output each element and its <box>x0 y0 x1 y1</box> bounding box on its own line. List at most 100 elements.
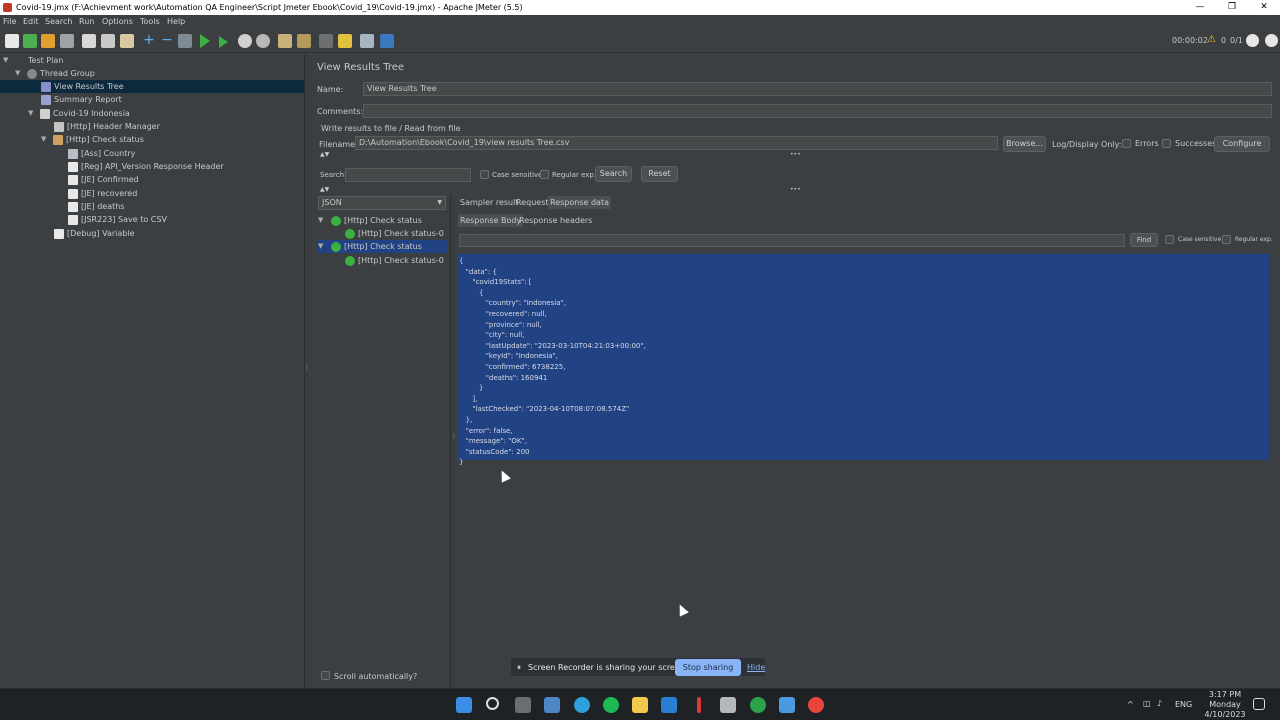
menu-edit[interactable]: Edit <box>23 15 39 29</box>
reset-search-icon[interactable] <box>338 34 352 48</box>
clock-date[interactable]: 4/10/2023 <box>1200 710 1250 719</box>
close-button[interactable]: ✕ <box>1247 0 1280 15</box>
stop-icon[interactable] <box>238 34 252 48</box>
shutdown-icon[interactable] <box>256 34 270 48</box>
collapse-icon[interactable]: − <box>160 33 174 48</box>
restore-button[interactable]: ❐ <box>1215 0 1249 15</box>
edge-icon[interactable] <box>574 697 590 713</box>
configure-button[interactable]: Configure <box>1214 136 1270 152</box>
tree-node-summary-report[interactable]: Summary Report <box>41 93 122 106</box>
spotify-icon[interactable] <box>603 697 619 713</box>
find-case-sensitive-checkbox[interactable] <box>1165 235 1174 244</box>
tree-node-check-status[interactable]: ▼ [Http] Check status <box>41 133 144 146</box>
app-icon[interactable] <box>779 697 795 713</box>
tree-node-je-recovered[interactable]: [JE] recovered <box>68 187 137 200</box>
clear-icon[interactable] <box>278 34 292 48</box>
divider-handle-icon[interactable]: ••• <box>790 151 801 158</box>
warning-icon[interactable]: ⚠ <box>1207 34 1216 45</box>
find-button[interactable]: Find <box>1130 233 1158 247</box>
toggle-icon[interactable] <box>178 34 192 48</box>
clock-day[interactable]: Monday <box>1203 700 1247 709</box>
start-no-pauses-icon[interactable] <box>219 36 228 48</box>
find-regular-exp-checkbox[interactable] <box>1222 235 1231 244</box>
start-windows-icon[interactable] <box>456 697 472 713</box>
search-button[interactable]: Search <box>595 166 632 182</box>
network-icon[interactable]: ◫ <box>1143 699 1151 708</box>
regular-exp-checkbox[interactable] <box>540 170 549 179</box>
menu-options[interactable]: Options <box>102 15 133 29</box>
tab-sampler-result[interactable]: Sampler result <box>458 196 520 209</box>
language-indicator[interactable]: ENG <box>1175 700 1192 709</box>
collapse-arrows-icon[interactable]: ▲▼ <box>320 186 329 193</box>
cut-icon[interactable] <box>82 34 96 48</box>
collapse-arrows-icon[interactable]: ▲▼ <box>320 151 329 158</box>
tree-node-header-manager[interactable]: [Http] Header Manager <box>54 120 160 133</box>
chrome-icon[interactable] <box>808 697 824 713</box>
tree-node-je-confirmed[interactable]: [JE] Confirmed <box>68 173 139 186</box>
tab-response-headers[interactable]: Response headers <box>517 214 594 227</box>
app-icon[interactable] <box>720 697 736 713</box>
tree-node-test-plan[interactable]: ▼ Test Plan <box>3 54 63 67</box>
tree-node-reg-api-version[interactable]: [Reg] API_Version Response Header <box>68 160 224 173</box>
find-input[interactable] <box>459 234 1125 247</box>
scroll-auto-checkbox[interactable] <box>321 671 330 680</box>
tab-response-body[interactable]: Response Body <box>458 214 524 227</box>
menu-file[interactable]: File <box>3 15 16 29</box>
widgets-icon[interactable] <box>544 697 560 713</box>
chrome-dev-icon[interactable] <box>750 697 766 713</box>
tree-splitter[interactable] <box>304 54 308 688</box>
expand-icon[interactable]: + <box>142 33 156 48</box>
globe-icon[interactable] <box>1265 34 1278 47</box>
stop-sharing-button[interactable]: Stop sharing <box>675 659 741 676</box>
divider-handle-icon[interactable]: ⋮ <box>304 364 310 371</box>
clear-all-icon[interactable] <box>297 34 311 48</box>
remote-icon[interactable] <box>1246 34 1259 47</box>
divider-handle-icon[interactable]: ••• <box>790 186 801 193</box>
response-body-text[interactable]: { "data": { "covid19Stats": [ { "country… <box>457 254 1269 466</box>
menu-run[interactable]: Run <box>79 15 94 29</box>
tree-node-jsr223-save[interactable]: [JSR223] Save to CSV <box>68 213 167 226</box>
copy-icon[interactable] <box>101 34 115 48</box>
volume-icon[interactable]: ♪ <box>1157 699 1162 708</box>
tree-node-ass-country[interactable]: [Ass] Country <box>68 147 135 160</box>
result-subnode[interactable]: [Http] Check status-0 <box>345 227 444 240</box>
minimize-button[interactable]: — <box>1183 0 1217 15</box>
new-icon[interactable] <box>5 34 19 48</box>
search-icon[interactable] <box>486 697 499 710</box>
renderer-select[interactable]: JSON ▼ <box>318 196 446 210</box>
templates-icon[interactable] <box>23 34 37 48</box>
hide-link[interactable]: Hide <box>747 663 765 672</box>
tree-node-view-results-tree[interactable]: View Results Tree <box>0 80 304 93</box>
tree-node-thread-group[interactable]: ▼ Thread Group <box>15 67 95 80</box>
comments-field[interactable] <box>363 104 1272 118</box>
name-field[interactable]: View Results Tree <box>363 82 1272 96</box>
vscode-icon[interactable] <box>661 697 677 713</box>
tray-chevron-icon[interactable]: ^ <box>1127 700 1134 709</box>
task-view-icon[interactable] <box>515 697 531 713</box>
case-sensitive-checkbox[interactable] <box>480 170 489 179</box>
menu-help[interactable]: Help <box>167 15 185 29</box>
result-node-selected[interactable]: ▼ [Http] Check status <box>318 240 448 253</box>
menu-tools[interactable]: Tools <box>140 15 160 29</box>
save-icon[interactable] <box>60 34 74 48</box>
search-input[interactable] <box>345 168 471 182</box>
browse-button[interactable]: Browse... <box>1003 136 1046 152</box>
notification-icon[interactable] <box>1253 698 1265 710</box>
paste-icon[interactable] <box>120 34 134 48</box>
tree-node-debug-variable[interactable]: [Debug] Variable <box>54 227 134 240</box>
clock-time[interactable]: 3:17 PM <box>1205 690 1245 699</box>
tab-response-data[interactable]: Response data <box>548 196 611 209</box>
help-icon[interactable] <box>380 34 394 48</box>
reset-button[interactable]: Reset <box>641 166 678 182</box>
successes-checkbox[interactable] <box>1162 139 1171 148</box>
open-icon[interactable] <box>41 34 55 48</box>
jmeter-taskbar-icon[interactable] <box>697 697 701 713</box>
file-explorer-icon[interactable] <box>632 697 648 713</box>
start-icon[interactable] <box>200 34 210 48</box>
tab-request[interactable]: Request <box>514 196 551 209</box>
function-helper-icon[interactable] <box>360 34 374 48</box>
result-node[interactable]: ▼ [Http] Check status <box>318 214 422 227</box>
result-subnode[interactable]: [Http] Check status-0 <box>345 254 444 267</box>
errors-checkbox[interactable] <box>1122 139 1131 148</box>
tree-node-je-deaths[interactable]: [JE] deaths <box>68 200 124 213</box>
